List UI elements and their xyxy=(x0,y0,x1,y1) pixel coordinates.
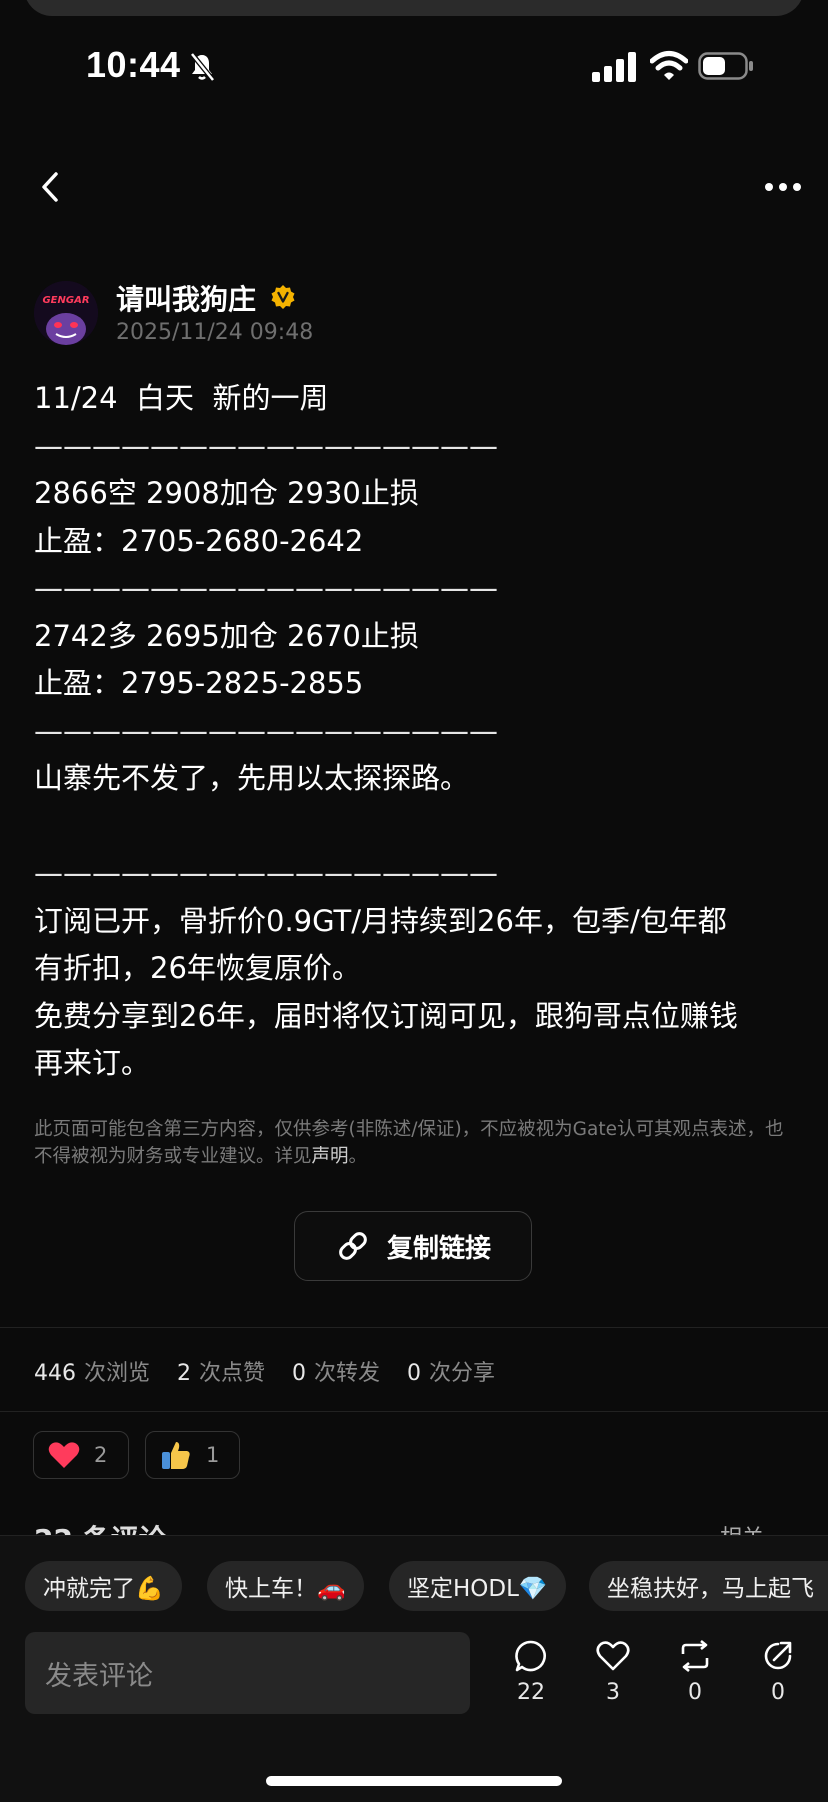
post-line: 止盈：2795-2825-2855 xyxy=(34,666,364,700)
shares-count: 0 xyxy=(407,1361,422,1386)
views-label: 次浏览 xyxy=(84,1361,151,1386)
gengar-avatar-icon: GENGAR xyxy=(34,281,98,345)
comment-input[interactable]: 发表评论 xyxy=(25,1632,470,1714)
heart-reaction-count: 2 xyxy=(94,1443,108,1467)
divider xyxy=(0,1327,828,1328)
comment-action-count: 22 xyxy=(517,1680,545,1705)
shares-label: 次分享 xyxy=(429,1361,496,1386)
post-line: 订阅已开，骨折价0.9GT/月持续到26年，包季/包年都 xyxy=(34,903,727,938)
post-line: 2866空 2908加仓 2930止损 xyxy=(34,476,419,510)
views-count: 446 xyxy=(34,1361,76,1386)
post-body: 11/24 白天 新的一周 ———————————————— 2866空 290… xyxy=(34,375,804,1088)
battery-icon xyxy=(698,52,753,80)
status-time: 10:44 xyxy=(86,44,181,85)
home-indicator[interactable] xyxy=(266,1776,562,1786)
post-line: 止盈：2705-2680-2642 xyxy=(34,523,364,558)
quick-reply-chip[interactable]: 坐稳扶好，马上起飞 xyxy=(589,1561,828,1611)
shares-stat: 0 次分享 xyxy=(407,1361,495,1386)
heart-reaction[interactable]: 2 xyxy=(33,1431,129,1479)
silent-bell-icon xyxy=(190,52,214,82)
post-timestamp: 2025/11/24 09:48 xyxy=(116,320,314,345)
author-name[interactable]: 请叫我狗庄 xyxy=(116,278,256,318)
cellular-signal-icon xyxy=(592,52,636,82)
post-line: 再来订。 xyxy=(34,1046,151,1080)
avatar-lettering: GENGAR xyxy=(42,295,89,306)
post-line: 免费分享到26年，届时将仅订阅可见，跟狗哥点位赚钱 xyxy=(34,998,738,1033)
quick-reply-chip[interactable]: 冲就完了💪 xyxy=(25,1561,182,1611)
reposts-count: 0 xyxy=(292,1361,307,1386)
heart-icon xyxy=(48,1442,80,1468)
share-action-count: 0 xyxy=(771,1680,785,1705)
post-line: 有折扣，26年恢复原价。 xyxy=(34,951,361,985)
repost-action-count: 0 xyxy=(688,1680,702,1705)
verified-badge-icon xyxy=(271,285,295,309)
thumbs-up-reaction[interactable]: 1 xyxy=(145,1431,240,1479)
post-line: 11/24 白天 新的一周 xyxy=(34,381,329,415)
dynamic-island-edge xyxy=(24,0,804,16)
post-divider-line: ———————————————— xyxy=(34,856,498,890)
disclaimer-end: 。 xyxy=(348,1146,368,1167)
likes-count: 2 xyxy=(177,1361,192,1386)
post-divider-line: ———————————————— xyxy=(34,428,498,463)
back-chevron-icon[interactable] xyxy=(36,170,64,204)
quick-reply-chip[interactable]: 坚定HODL💎 xyxy=(389,1561,566,1611)
disclaimer-link[interactable]: 声明 xyxy=(312,1146,349,1167)
comment-action[interactable]: 22 xyxy=(501,1638,561,1705)
post-divider-line: ———————————————— xyxy=(34,713,498,748)
avatar[interactable]: GENGAR xyxy=(34,281,98,345)
repost-action[interactable]: 0 xyxy=(665,1638,725,1705)
post-line: 2742多 2695加仓 2670止损 xyxy=(34,618,419,653)
disclaimer-text: 此页面可能包含第三方内容，仅供参考(非陈述/保证)，不应被视为Gate认可其观点… xyxy=(34,1119,784,1167)
thumbs-up-icon xyxy=(162,1442,190,1469)
likes-stat: 2 次点赞 xyxy=(177,1361,265,1386)
share-action[interactable]: 0 xyxy=(748,1638,808,1705)
quick-reply-chip[interactable]: 快上车！🚗 xyxy=(207,1561,364,1611)
disclaimer: 此页面可能包含第三方内容，仅供参考(非陈述/保证)，不应被视为Gate认可其观点… xyxy=(34,1116,794,1170)
thumbs-up-reaction-count: 1 xyxy=(206,1443,220,1467)
repost-icon xyxy=(681,1639,709,1673)
views-stat: 446 次浏览 xyxy=(34,1361,150,1386)
share-icon xyxy=(764,1641,792,1670)
reposts-stat: 0 次转发 xyxy=(292,1361,380,1386)
copy-link-button[interactable]: 复制链接 xyxy=(294,1211,532,1281)
more-options-icon[interactable] xyxy=(764,180,802,194)
comment-bubble-icon xyxy=(515,1640,546,1672)
post-line: 山寨先不发了，先用以太探探路。 xyxy=(34,761,470,795)
like-action-count: 3 xyxy=(606,1680,620,1705)
heart-outline-icon xyxy=(596,1641,630,1671)
wifi-icon xyxy=(650,51,688,80)
link-icon xyxy=(339,1232,367,1260)
like-action[interactable]: 3 xyxy=(583,1638,643,1705)
reposts-label: 次转发 xyxy=(314,1361,381,1386)
post-divider-line: ———————————————— xyxy=(34,571,498,605)
likes-label: 次点赞 xyxy=(199,1361,266,1386)
copy-link-label: 复制链接 xyxy=(386,1233,491,1264)
post-stats: 446 次浏览 2 次点赞 0 次转发 0 次分享 xyxy=(34,1355,515,1387)
divider xyxy=(0,1411,828,1412)
